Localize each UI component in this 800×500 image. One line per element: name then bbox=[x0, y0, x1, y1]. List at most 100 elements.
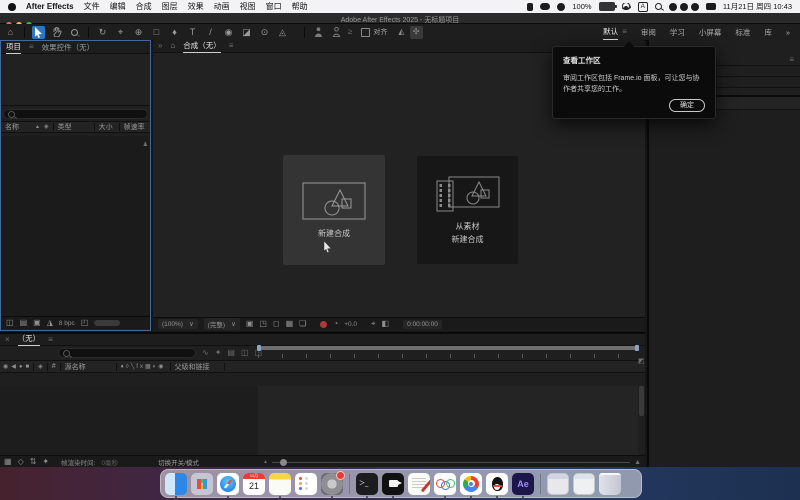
composition-flowchart-icon[interactable]: ◇ bbox=[18, 458, 24, 466]
apple-menu-icon[interactable] bbox=[8, 3, 16, 11]
composition-mini-flowchart-icon[interactable]: ∿ bbox=[202, 349, 209, 357]
dock-after-effects-icon[interactable]: Ae bbox=[512, 473, 534, 495]
project-panel-menu-icon[interactable]: ≡ bbox=[29, 43, 34, 51]
menubar-datetime[interactable]: 11月21日 周四 10:43 bbox=[723, 1, 792, 12]
menu-composition[interactable]: 合成 bbox=[136, 1, 152, 12]
menu-animation[interactable]: 动画 bbox=[214, 1, 230, 12]
dock-calendar-icon[interactable]: 11月 21 bbox=[243, 473, 265, 495]
tab-composition[interactable]: 合成（无） bbox=[183, 40, 221, 53]
dock-notes-icon[interactable] bbox=[269, 473, 291, 495]
show-snapshot-icon[interactable]: ◧ bbox=[382, 320, 390, 328]
project-item-list[interactable] bbox=[1, 136, 150, 316]
region-of-interest-icon[interactable]: ▣ bbox=[246, 320, 254, 328]
puppet-person-icon[interactable] bbox=[312, 26, 325, 39]
snapshot-camera-icon[interactable]: ⌖ bbox=[371, 320, 376, 328]
menu-help[interactable]: 帮助 bbox=[292, 1, 308, 12]
track-area[interactable] bbox=[258, 386, 638, 455]
rulers-icon[interactable]: ❑ bbox=[299, 320, 306, 328]
hand-tool[interactable] bbox=[50, 26, 63, 39]
selection-tool[interactable] bbox=[32, 26, 45, 39]
exposure-icon[interactable]: ◔ bbox=[333, 320, 338, 328]
shared-views-icon[interactable]: ✣ bbox=[410, 26, 423, 39]
eraser-tool[interactable]: ◪ bbox=[240, 26, 253, 39]
tab-timeline[interactable]: （无） bbox=[18, 333, 41, 346]
binoculars-icon[interactable] bbox=[540, 3, 550, 10]
menu-edit[interactable]: 编辑 bbox=[110, 1, 126, 12]
control-center-icon[interactable] bbox=[706, 3, 716, 10]
new-composition-button[interactable]: 新建合成 bbox=[283, 155, 385, 265]
character-person-icon[interactable] bbox=[330, 26, 343, 39]
column-framerate[interactable]: 帧速率 bbox=[124, 122, 145, 132]
rotation-tool[interactable]: ↻ bbox=[96, 26, 109, 39]
type-tool[interactable]: T bbox=[186, 26, 199, 39]
trash-icon[interactable]: ◰ bbox=[81, 319, 89, 327]
timeline-zoom-slider[interactable]: ▲ ▲ bbox=[263, 459, 641, 466]
frame-blending-icon[interactable]: ◫ bbox=[241, 349, 249, 357]
transparency-grid-icon[interactable]: ◳ bbox=[259, 320, 267, 328]
dock-minimized-window-2[interactable] bbox=[573, 473, 595, 495]
hide-shy-layers-icon[interactable]: ▤ bbox=[227, 349, 235, 357]
column-name[interactable]: 名称 bbox=[5, 122, 19, 132]
mask-mode-icon[interactable]: ≥ bbox=[348, 28, 352, 36]
comp-home-icon[interactable]: ⌂ bbox=[170, 42, 175, 50]
dock-qq-icon[interactable] bbox=[486, 473, 508, 495]
solo-icon[interactable]: ● bbox=[19, 364, 23, 370]
roto-brush-tool[interactable]: ⊙ bbox=[258, 26, 271, 39]
dock-chrome-icon[interactable] bbox=[460, 473, 482, 495]
workspace-tab-standard[interactable]: 标准 bbox=[735, 25, 750, 40]
project-resize-pill[interactable] bbox=[94, 320, 120, 326]
workspace-tab-learn[interactable]: 学习 bbox=[670, 25, 685, 40]
menu-window[interactable]: 窗口 bbox=[266, 1, 282, 12]
workspace-tab-libraries[interactable]: 库 bbox=[764, 25, 772, 40]
input-method-badge[interactable]: A bbox=[638, 2, 648, 12]
video-eye-icon[interactable]: ◉ bbox=[3, 364, 8, 370]
wifi-icon[interactable] bbox=[622, 3, 631, 10]
dock-textedit-icon[interactable] bbox=[408, 473, 430, 495]
column-layer-number[interactable]: # bbox=[52, 363, 56, 370]
label-color-icon[interactable]: ◈ bbox=[44, 124, 49, 130]
exposure-value[interactable]: +0.0 bbox=[344, 321, 357, 328]
layer-list-area[interactable] bbox=[0, 386, 258, 455]
timeline-search-input[interactable] bbox=[58, 348, 196, 358]
guides-icon[interactable]: ▦ bbox=[286, 320, 294, 328]
dock-minimized-window-1[interactable] bbox=[547, 473, 569, 495]
channel-icon[interactable] bbox=[320, 321, 327, 328]
new-composition-icon[interactable]: ▣ bbox=[33, 319, 41, 327]
home-icon[interactable]: ⌂ bbox=[4, 26, 17, 39]
dock-settings-icon[interactable] bbox=[321, 473, 343, 495]
workspace-menu-icon[interactable]: ≡ bbox=[622, 28, 627, 36]
time-ruler[interactable] bbox=[258, 354, 638, 358]
recording-status-icons[interactable] bbox=[669, 3, 699, 11]
render-queue-icon[interactable]: ▦ bbox=[4, 458, 12, 466]
puppet-pin-tool[interactable]: ◬ bbox=[276, 26, 289, 39]
expand-layers-icon[interactable]: ⇅ bbox=[30, 458, 37, 466]
timeline-vertical-scrollbar[interactable] bbox=[639, 386, 644, 416]
tab-project[interactable]: 项目 bbox=[6, 41, 21, 54]
column-type[interactable]: 类型 bbox=[58, 122, 72, 132]
new-folder-icon[interactable]: ▤ bbox=[20, 319, 28, 327]
anchor-point-tool[interactable]: ⊕ bbox=[132, 26, 145, 39]
timeline-panel-menu-icon[interactable]: ≡ bbox=[48, 336, 53, 344]
dock-terminal-icon[interactable]: ＞_ bbox=[356, 473, 378, 495]
snapping-checkbox[interactable] bbox=[361, 28, 370, 37]
timeline-close-icon[interactable]: × bbox=[5, 336, 10, 344]
battery-icon[interactable] bbox=[599, 2, 615, 11]
motion-blur-icon[interactable]: ◭ bbox=[398, 28, 404, 36]
interpret-footage-icon[interactable]: ◫ bbox=[6, 319, 14, 327]
comp-marker-bin-icon[interactable]: ◩ bbox=[638, 358, 645, 365]
tab-effect-controls[interactable]: 效果控件（无） bbox=[42, 42, 95, 53]
mic-icon[interactable] bbox=[527, 3, 533, 11]
resolution-dropdown[interactable]: (完整)∨ bbox=[204, 318, 240, 330]
new-comp-from-footage-button[interactable]: 从素材 新建合成 bbox=[417, 156, 518, 264]
camera-tool[interactable]: ⌖ bbox=[114, 26, 127, 39]
graph-editor-icon[interactable]: ✦ bbox=[42, 458, 49, 466]
workspace-tab-review[interactable]: 审阅 bbox=[641, 25, 656, 40]
menu-effect[interactable]: 效果 bbox=[188, 1, 204, 12]
rectangle-tool[interactable]: □ bbox=[150, 26, 163, 39]
clone-stamp-tool[interactable]: ◉ bbox=[222, 26, 235, 39]
moon-icon[interactable] bbox=[557, 3, 565, 11]
bit-depth-button[interactable]: 8 bpc bbox=[59, 320, 75, 327]
magnification-dropdown[interactable]: (100%)∨ bbox=[158, 319, 198, 329]
sort-asc-icon[interactable]: ▲ bbox=[35, 125, 40, 130]
zoom-slider-handle[interactable] bbox=[280, 459, 287, 466]
